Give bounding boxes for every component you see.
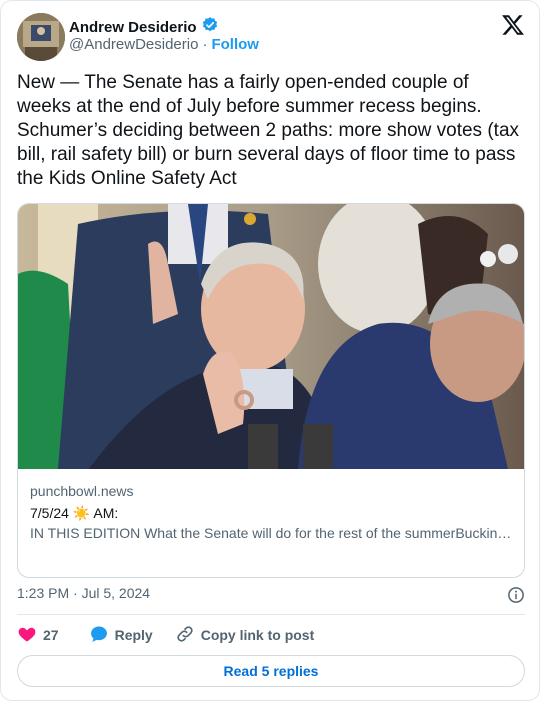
link-title-date: 7/5/24 (30, 505, 69, 521)
like-count: 27 (43, 627, 59, 643)
avatar[interactable] (17, 13, 65, 61)
link-description: IN THIS EDITION What the Senate will do … (30, 525, 514, 541)
tweet-timestamp[interactable]: 1:23 PM · Jul 5, 2024 (17, 585, 150, 601)
reply-button[interactable]: Reply (89, 624, 153, 647)
link-preview-card[interactable]: punchbowl.news 7/5/24 ☀️ AM: IN THIS EDI… (17, 203, 525, 578)
heart-icon (17, 624, 37, 647)
read-replies-button[interactable]: Read 5 replies (17, 655, 525, 687)
x-logo-icon[interactable] (501, 13, 525, 37)
info-icon[interactable] (507, 586, 525, 607)
link-title-suffix: AM: (93, 505, 119, 521)
follow-button[interactable]: Follow (211, 36, 259, 53)
sun-icon: ☀️ (72, 505, 91, 521)
copy-link-button[interactable]: Copy link to post (175, 624, 315, 647)
reply-bubble-icon (89, 624, 109, 647)
author-name[interactable]: Andrew Desiderio (69, 19, 197, 36)
link-preview-photo (18, 204, 524, 469)
tweet-header: Andrew Desiderio @AndrewDesiderio · Foll… (17, 13, 525, 61)
like-button[interactable]: 27 (17, 624, 59, 647)
link-preview-meta: punchbowl.news 7/5/24 ☀️ AM: IN THIS EDI… (30, 482, 514, 543)
link-domain: punchbowl.news (30, 483, 134, 499)
handle-separator: · (202, 36, 208, 53)
tweet-actions: 27 Reply Copy link to post (17, 625, 336, 645)
reply-label: Reply (114, 627, 153, 643)
tweet-embed-card: Andrew Desiderio @AndrewDesiderio · Foll… (0, 0, 540, 701)
author-handle[interactable]: @AndrewDesiderio (69, 36, 198, 53)
timestamp-row: 1:23 PM · Jul 5, 2024 (17, 585, 525, 605)
copy-link-label: Copy link to post (200, 627, 315, 643)
author-handle-row: @AndrewDesiderio · Follow (69, 36, 259, 53)
tweet-text: New — The Senate has a fairly open-ended… (17, 72, 525, 189)
divider (17, 614, 525, 615)
link-title: 7/5/24 ☀️ AM: (30, 503, 514, 523)
link-icon (175, 624, 195, 647)
